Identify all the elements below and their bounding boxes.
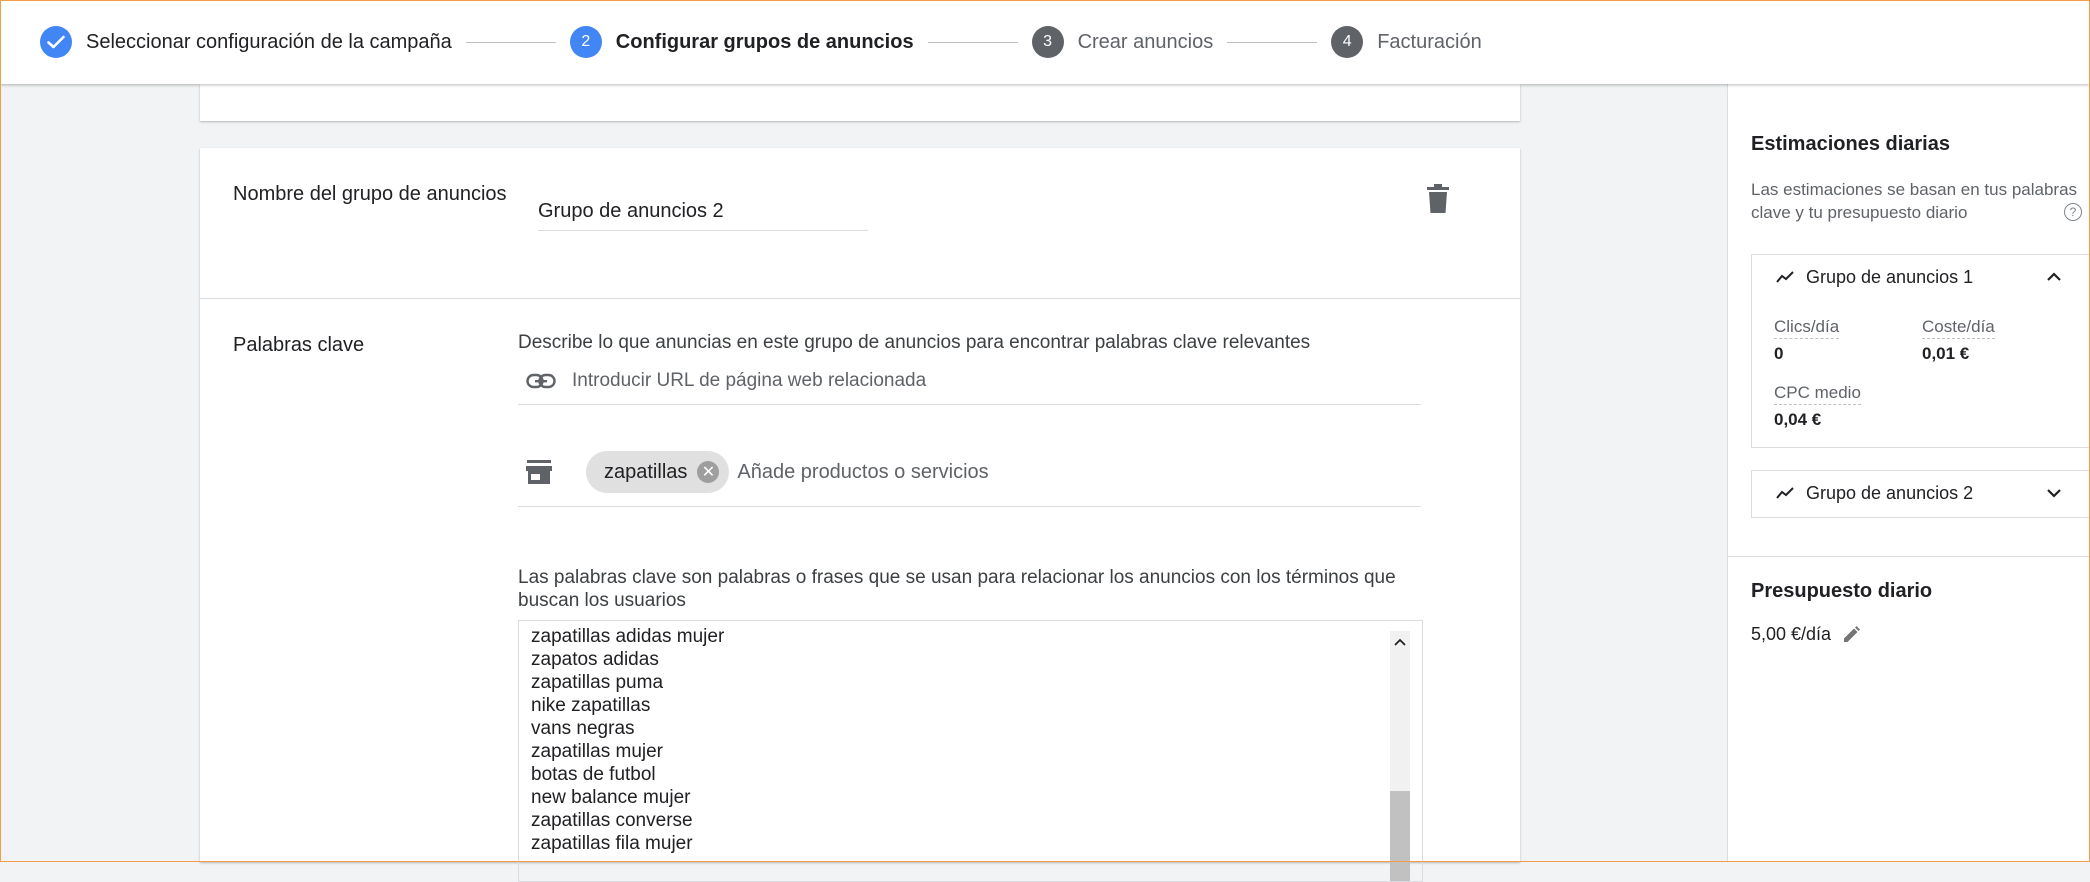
cost-label[interactable]: Coste/día [1922,317,1995,339]
keyword-line: vans negras [531,718,635,739]
clicks-value: 0 [1774,344,1784,363]
ad-group-name-input[interactable]: Grupo de anuncios 2 [538,192,868,231]
product-chip[interactable]: zapatillas ✕ [586,451,730,493]
ad-group-name-row: Nombre del grupo de anuncios Grupo de an… [200,148,1520,299]
trending-icon [1776,487,1794,499]
trending-icon [1776,271,1794,283]
panel-divider [1728,556,2090,557]
keywords-list: zapatillas adidas mujer zapatos adidas zap… [531,625,724,855]
budget-title: Presupuesto diario [1751,580,1933,602]
chevron-down-icon [2047,489,2061,498]
keyword-line: nike zapatillas [531,695,651,716]
step-campaign-settings[interactable]: Seleccionar configuración de la campaña [40,26,452,58]
cost-value: 0,01 € [1922,344,1970,363]
step-number: 4 [1331,26,1364,58]
url-placeholder: Introducir URL de página web relacionada [572,370,927,391]
remove-chip-icon[interactable]: ✕ [697,461,720,483]
daily-estimates-panel: Estimaciones diarias Las estimaciones se… [1727,84,2090,862]
keyword-line: botas de futbol [531,764,656,785]
step-number: 3 [1031,26,1064,58]
budget-value: 5,00 €/día [1751,624,1832,644]
keyword-line: zapatillas fila mujer [531,833,693,854]
cpc-label[interactable]: CPC medio [1774,383,1861,405]
estimates-description: Las estimaciones se basan en tus palabra… [1751,180,2078,222]
help-icon[interactable]: ? [2064,203,2082,221]
check-icon [40,26,72,58]
ad-group-card: Nombre del grupo de anuncios Grupo de an… [200,148,1520,882]
campaign-stepper: Seleccionar configuración de la campaña … [0,0,2090,84]
chevron-up-icon [1394,638,1406,646]
estimate-group-1-header[interactable]: Grupo de anuncios 1 [1752,255,2090,299]
step-connector [927,41,1018,43]
products-input[interactable]: zapatillas ✕ Añade productos o servicios [518,438,1421,507]
step-number: 2 [569,26,602,58]
products-placeholder: Añade productos o servicios [737,460,989,483]
chevron-up-icon [2047,272,2061,281]
keywords-describe-helper: Describe lo que anuncias en este grupo d… [518,332,1311,353]
keyword-line: zapatillas converse [531,810,693,831]
related-url-input[interactable]: Introducir URL de página web relacionada [518,358,1421,405]
daily-budget: 5,00 €/día [1751,624,1861,645]
clicks-label[interactable]: Clics/día [1774,317,1840,339]
edit-budget-icon[interactable] [1841,625,1861,645]
estimates-title: Estimaciones diarias [1751,133,1950,155]
estimate-group-2-header[interactable]: Grupo de anuncios 2 [1752,471,2090,515]
keyword-line: zapatillas mujer [531,741,663,762]
estimate-group-1-name: Grupo de anuncios 1 [1806,266,1974,287]
store-icon [526,460,552,484]
keyword-line: zapatillas puma [531,672,664,693]
trash-icon [1427,184,1449,213]
cpc-value: 0,04 € [1774,410,1822,429]
scrollbar[interactable] [1390,631,1410,881]
estimate-group-1: Grupo de anuncios 1 Clics/día 0 Coste/dí… [1751,254,2090,448]
link-icon [526,373,556,389]
keywords-textarea[interactable]: zapatillas adidas mujer zapatos adidas zap… [518,620,1423,882]
keyword-line: new balance mujer [531,787,691,808]
estimate-group-2-name: Grupo de anuncios 2 [1806,482,1974,503]
step-label: Configurar grupos de anuncios [615,30,914,53]
keyword-line: zapatillas adidas mujer [531,626,725,647]
step-connector [465,41,556,43]
keywords-label: Palabras clave [233,334,365,356]
step-label: Facturación [1377,30,1482,53]
keywords-helper: Las palabras clave son palabras o frases… [518,567,1396,611]
step-label: Crear anuncios [1077,30,1214,53]
product-chip-label: zapatillas [604,460,688,483]
ad-group-name-label: Nombre del grupo de anuncios [233,183,507,205]
delete-ad-group-button[interactable] [1426,184,1450,214]
step-label: Seleccionar configuración de la campaña [86,30,452,53]
step-create-ads[interactable]: 3 Crear anuncios [1031,26,1214,58]
scrollbar-thumb[interactable] [1390,791,1410,881]
estimate-group-2: Grupo de anuncios 2 [1751,470,2090,518]
keyword-line: zapatos adidas [531,649,659,670]
step-connector [1227,41,1318,43]
step-billing[interactable]: 4 Facturación [1331,26,1482,58]
previous-ad-group-card [200,84,1520,121]
step-ad-groups[interactable]: 2 Configurar grupos de anuncios [569,26,914,58]
